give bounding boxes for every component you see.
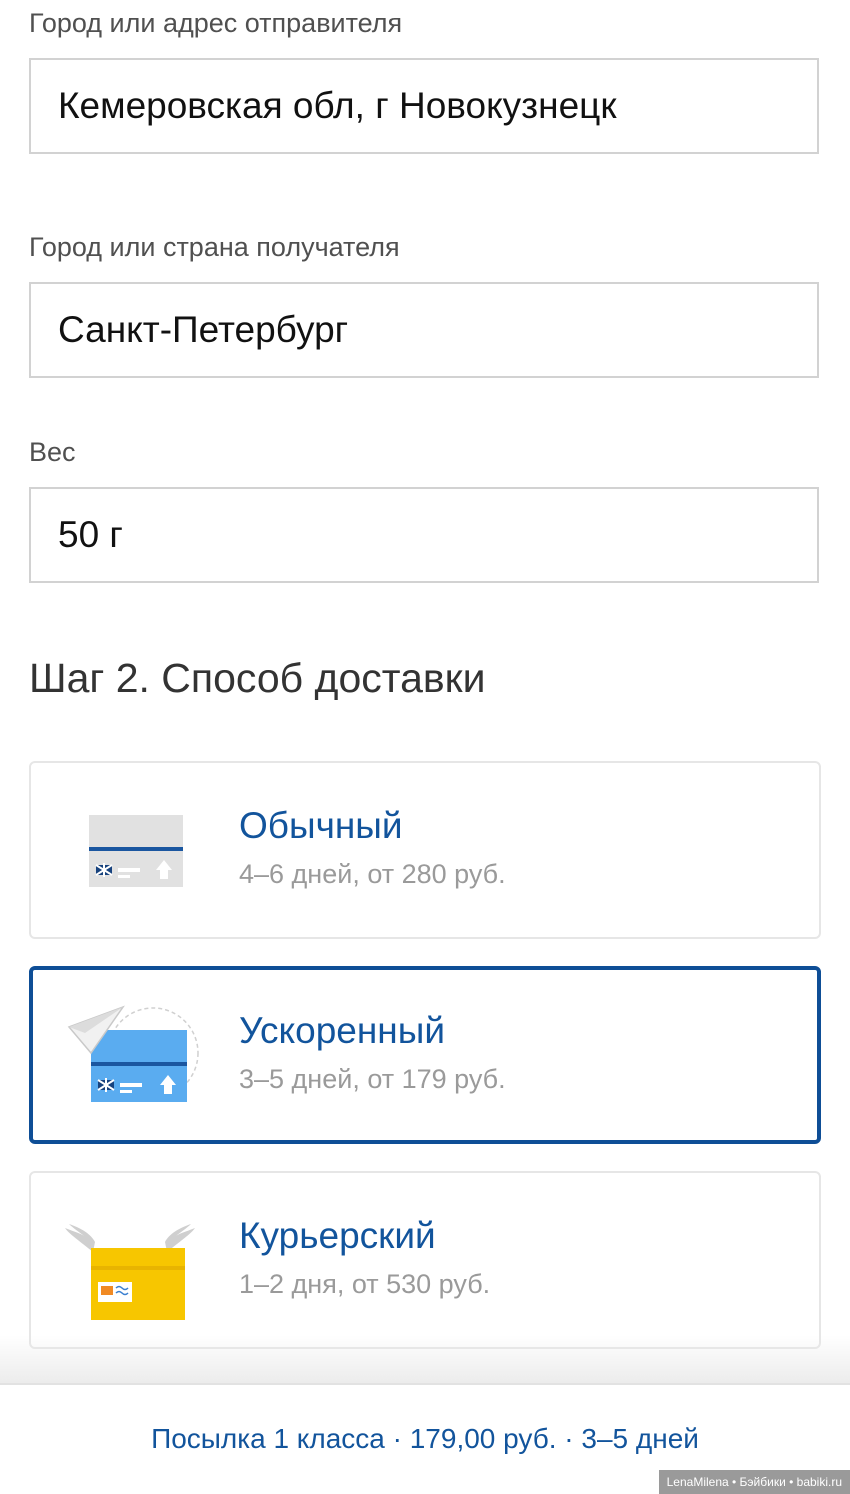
recipient-address-value: Санкт-Петербург: [58, 309, 349, 350]
paper-plane-envelope-icon: [61, 993, 201, 1121]
sender-label: Город или адрес отправителя: [29, 8, 403, 38]
scroll-fade: [0, 1335, 850, 1383]
step-2-title: Шаг 2. Способ доставки: [29, 655, 486, 701]
sender-address-value: Кемеровская обл, г Новокузнецк: [58, 85, 617, 126]
delivery-option-subtitle: 4–6 дней, от 280 руб.: [239, 859, 506, 889]
recipient-address-input[interactable]: Санкт-Петербург: [29, 282, 819, 378]
delivery-option-subtitle: 3–5 дней, от 179 руб.: [239, 1064, 506, 1094]
selected-shipment-summary[interactable]: Посылка 1 класса · 179,00 руб. · 3–5 дне…: [0, 1423, 850, 1455]
delivery-option-express[interactable]: Ускоренный 3–5 дней, от 179 руб.: [29, 966, 821, 1144]
weight-input[interactable]: 50 г: [29, 487, 819, 583]
sender-address-input[interactable]: Кемеровская обл, г Новокузнецк: [29, 58, 819, 154]
watermark: LenaMilena • Бэйбики • babiki.ru: [658, 1470, 850, 1494]
delivery-option-title: Курьерский: [239, 1215, 436, 1256]
delivery-option-subtitle: 1–2 дня, от 530 руб.: [239, 1269, 491, 1299]
recipient-label: Город или страна получателя: [29, 232, 400, 262]
regular-envelope-icon: [61, 788, 201, 916]
weight-label: Вес: [29, 437, 76, 467]
winged-box-icon: [61, 1198, 201, 1326]
delivery-option-title: Ускоренный: [239, 1010, 445, 1051]
delivery-option-regular[interactable]: Обычный 4–6 дней, от 280 руб.: [29, 761, 821, 939]
weight-value: 50 г: [58, 514, 123, 555]
delivery-option-title: Обычный: [239, 805, 403, 846]
delivery-option-courier[interactable]: Курьерский 1–2 дня, от 530 руб.: [29, 1171, 821, 1349]
